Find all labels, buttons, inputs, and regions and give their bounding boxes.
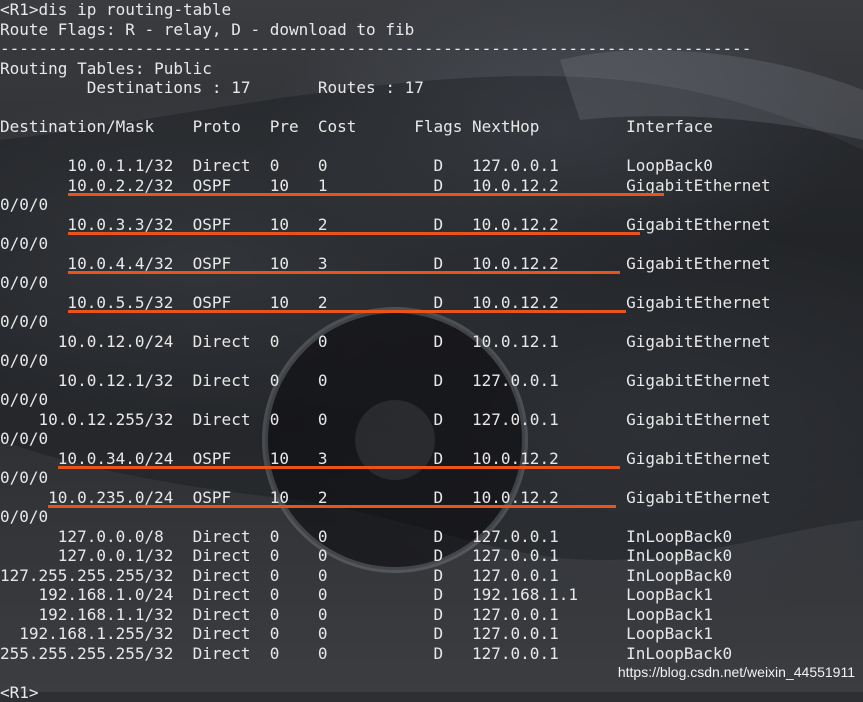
terminal-line: 192.168.1.1/32 Direct 0 0 D 127.0.0.1 Lo…: [0, 605, 863, 625]
terminal-line: 127.255.255.255/32 Direct 0 0 D 127.0.0.…: [0, 566, 863, 586]
terminal-line: Destination/Mask Proto Pre Cost Flags Ne…: [0, 117, 863, 137]
terminal-line: ----------------------------------------…: [0, 39, 863, 59]
terminal-line: Route Flags: R - relay, D - download to …: [0, 20, 863, 40]
terminal-output: <R1>dis ip routing-tableRoute Flags: R -…: [0, 0, 863, 692]
terminal-line: 192.168.1.255/32 Direct 0 0 D 127.0.0.1 …: [0, 624, 863, 644]
terminal-line: 10.0.12.0/24 Direct 0 0 D 10.0.12.1 Giga…: [0, 332, 863, 352]
terminal-line: [0, 98, 863, 118]
blog-watermark: https://blog.csdn.net/weixin_44551911: [618, 664, 855, 680]
ospf-route-underline: [48, 505, 616, 508]
ospf-route-underline: [68, 310, 626, 313]
terminal-line: Routing Tables: Public: [0, 59, 863, 79]
ospf-route-underline: [58, 466, 620, 469]
terminal-line: 0/0/0: [0, 351, 863, 371]
terminal-line: 10.0.1.1/32 Direct 0 0 D 127.0.0.1 LoopB…: [0, 156, 863, 176]
terminal-line: 10.0.12.1/32 Direct 0 0 D 127.0.0.1 Giga…: [0, 371, 863, 391]
terminal-line: 0/0/0: [0, 312, 863, 332]
terminal-line: 0/0/0: [0, 195, 863, 215]
terminal-line: 0/0/0: [0, 507, 863, 527]
terminal-line: 0/0/0: [0, 429, 863, 449]
terminal-line: 0/0/0: [0, 273, 863, 293]
terminal-line: <R1>: [0, 683, 863, 702]
terminal-line: [0, 137, 863, 157]
ospf-route-underline: [68, 232, 640, 235]
terminal-line: 255.255.255.255/32 Direct 0 0 D 127.0.0.…: [0, 644, 863, 664]
terminal-line: 127.0.0.0/8 Direct 0 0 D 127.0.0.1 InLoo…: [0, 527, 863, 547]
terminal-line: 127.0.0.1/32 Direct 0 0 D 127.0.0.1 InLo…: [0, 546, 863, 566]
terminal-line: Destinations : 17 Routes : 17: [0, 78, 863, 98]
terminal-line: <R1>dis ip routing-table: [0, 0, 863, 20]
terminal-line: 0/0/0: [0, 468, 863, 488]
terminal-line: 0/0/0: [0, 234, 863, 254]
ospf-route-underline: [68, 271, 620, 274]
terminal-line: 0/0/0: [0, 390, 863, 410]
terminal-line: 10.0.12.255/32 Direct 0 0 D 127.0.0.1 Gi…: [0, 410, 863, 430]
terminal-line: 192.168.1.0/24 Direct 0 0 D 192.168.1.1 …: [0, 585, 863, 605]
ospf-route-underline: [68, 193, 664, 196]
